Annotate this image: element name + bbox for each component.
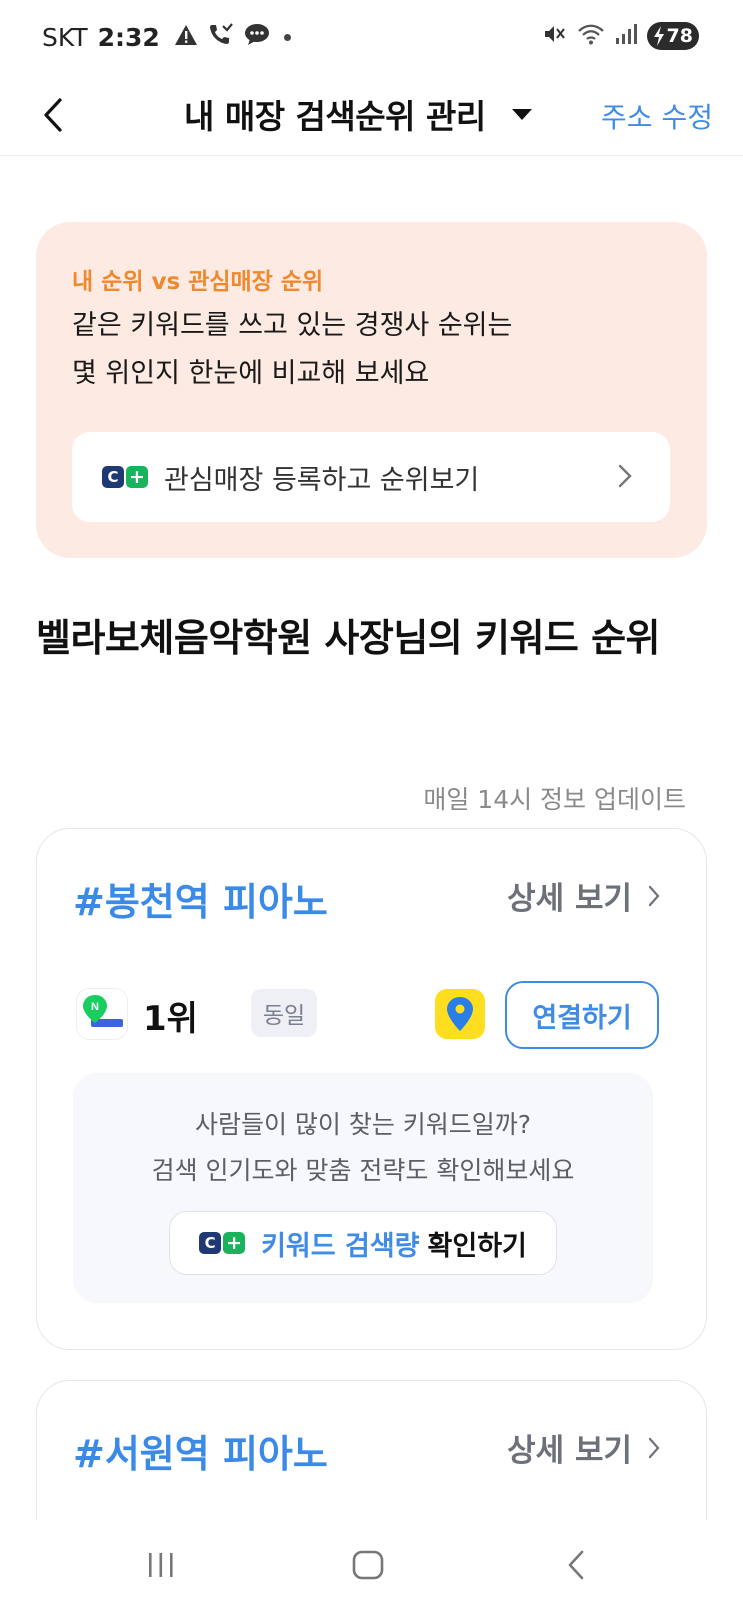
home-icon (352, 1550, 384, 1580)
notification-dot-icon (283, 33, 291, 41)
charging-icon (654, 26, 664, 46)
system-back-button[interactable] (546, 1540, 606, 1590)
status-bar: SKT 2:32 78 (0, 0, 743, 76)
banner-eyebrow: 내 순위 vs 관심매장 순위 (72, 269, 324, 295)
register-interest-store-label: 관심매장 등록하고 순위보기 (164, 464, 480, 496)
rank-change-badge: 동일 (251, 989, 317, 1037)
cplus-logo-icon: C + (199, 1232, 246, 1254)
back-arrow-icon (44, 98, 62, 132)
signal-icon (615, 23, 637, 49)
home-button[interactable] (338, 1540, 398, 1590)
carrier-label: SKT (42, 22, 88, 52)
caret-down-icon (511, 108, 532, 120)
check-search-volume-button[interactable]: C + 키워드 검색량 확인하기 (169, 1211, 557, 1275)
search-volume-prompt: 사람들이 많이 찾는 키워드일까? 검색 인기도와 맞춤 전략도 확인해보세요 … (73, 1073, 653, 1303)
view-detail-button[interactable]: 상세 보기 (507, 873, 660, 918)
prompt-line-1: 사람들이 많이 찾는 키워드일까? (194, 1110, 532, 1139)
screen: SKT 2:32 78 내 매장 검색순위 관리 주소 수정 내 순위 vs 관… (0, 0, 743, 1610)
page-title: 내 매장 검색순위 관리 (184, 97, 486, 136)
keyword-card: #봉천역 피아노 상세 보기 N 1위 동일 연결하기 사람들이 많이 찾는 키… (36, 828, 707, 1350)
keyword-tag: #봉천역 피아노 (73, 880, 328, 924)
view-detail-button[interactable]: 상세 보기 (507, 1425, 660, 1470)
naver-map-icon: N (77, 989, 127, 1039)
back-button[interactable] (30, 90, 76, 140)
view-detail-label: 상세 보기 (507, 881, 632, 917)
app-header: 내 매장 검색순위 관리 주소 수정 (0, 76, 743, 156)
connect-button[interactable]: 연결하기 (505, 981, 659, 1049)
rank-row: N 1위 동일 연결하기 (77, 981, 677, 1051)
search-volume-highlight: 키워드 검색량 (261, 1230, 420, 1262)
battery-indicator: 78 (647, 22, 699, 50)
back-icon (568, 1550, 584, 1580)
store-selector[interactable]: 내 매장 검색순위 관리 (184, 86, 532, 142)
banner-description: 같은 키워드를 쓰고 있는 경쟁사 순위는 몇 위인지 한눈에 비교해 보세요 (72, 302, 512, 398)
search-volume-action: 확인하기 (427, 1230, 527, 1262)
battery-level: 78 (666, 25, 693, 47)
cplus-logo-icon: C + (102, 466, 148, 488)
register-interest-store-button[interactable]: C + 관심매장 등록하고 순위보기 (72, 432, 670, 522)
chevron-right-icon (648, 885, 660, 906)
missed-call-icon (208, 22, 234, 52)
svg-text:N: N (91, 1001, 99, 1013)
banner-line-1: 같은 키워드를 쓰고 있는 경쟁사 순위는 (72, 310, 513, 341)
competitor-rank-banner: 내 순위 vs 관심매장 순위 같은 키워드를 쓰고 있는 경쟁사 순위는 몇 … (36, 222, 707, 558)
clock: 2:32 (97, 22, 160, 52)
keyword-rank-section-title: 벨라보체음악학원 사장님의 키워드 순위 (36, 616, 661, 660)
prompt-line-2: 검색 인기도와 맞춤 전략도 확인해보세요 (151, 1156, 575, 1185)
warning-icon (174, 23, 198, 52)
banner-line-2: 몇 위인지 한눈에 비교해 보세요 (72, 358, 430, 389)
chevron-right-icon (618, 464, 632, 488)
system-navigation-bar (0, 1520, 743, 1610)
message-icon (244, 22, 270, 52)
update-schedule-note: 매일 14시 정보 업데이트 (423, 785, 686, 814)
keyword-tag: #서원역 피아노 (73, 1432, 328, 1476)
recent-apps-icon (149, 1553, 173, 1577)
mute-icon (543, 23, 567, 49)
edit-address-button[interactable]: 주소 수정 (601, 96, 713, 136)
rank-value: 1위 (143, 999, 198, 1039)
kakao-map-icon (435, 989, 485, 1039)
wifi-icon (577, 23, 605, 49)
view-detail-label: 상세 보기 (507, 1433, 632, 1469)
chevron-right-icon (648, 1437, 660, 1458)
recent-apps-button[interactable] (131, 1540, 191, 1590)
